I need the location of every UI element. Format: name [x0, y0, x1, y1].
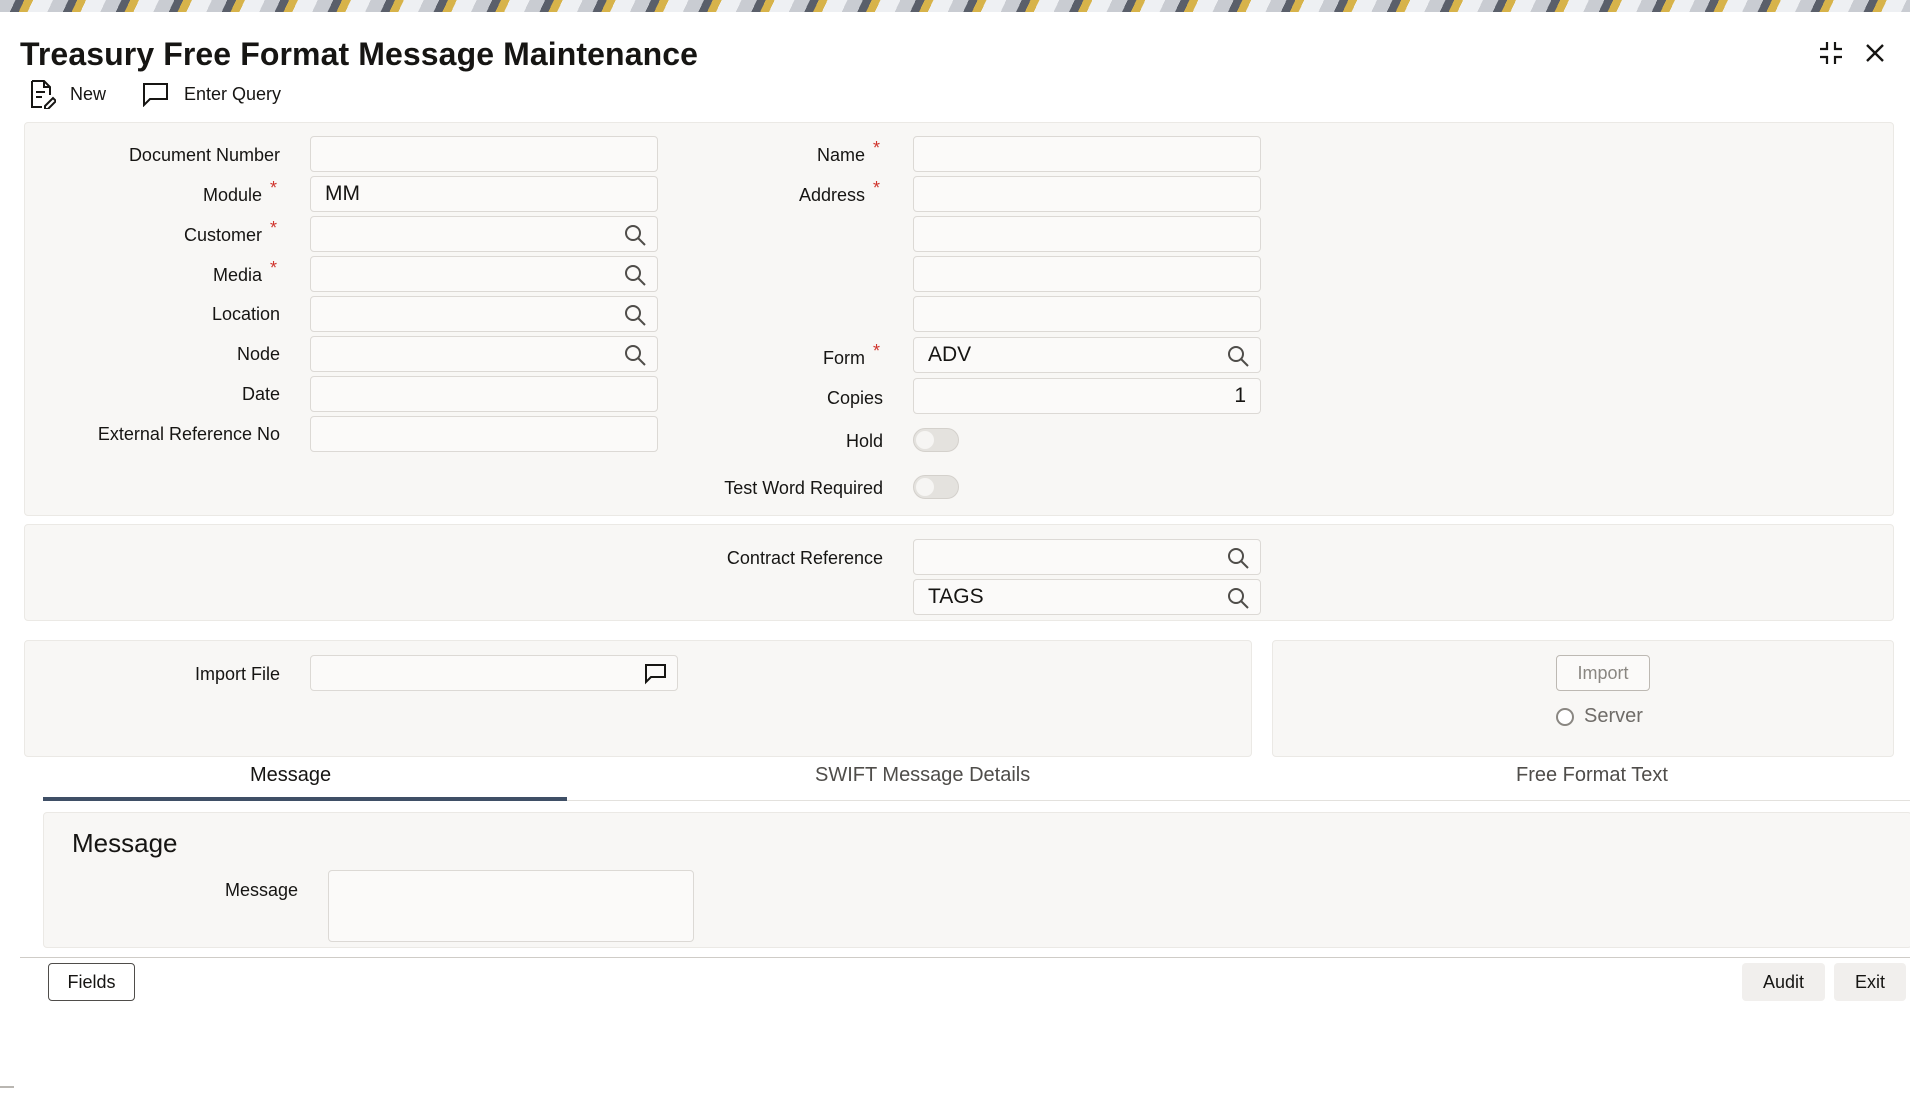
document-number-label: Document Number [128, 145, 280, 165]
close-icon[interactable] [1860, 38, 1890, 68]
module-input[interactable]: MM [310, 176, 658, 212]
customer-required-marker: * [270, 218, 278, 238]
toolbar: New Enter Query [28, 76, 281, 112]
external-reference-input[interactable] [310, 416, 658, 452]
enter-query-button[interactable]: Enter Query [140, 81, 281, 107]
media-input[interactable] [310, 256, 658, 292]
date-label: Date [241, 384, 280, 404]
address-label: Address [798, 185, 865, 205]
window-controls [1816, 38, 1890, 68]
address-line-4-input[interactable] [913, 296, 1261, 332]
address-line-3-input[interactable] [913, 256, 1261, 292]
server-radio-circle[interactable] [1556, 707, 1574, 726]
test-word-toggle[interactable] [913, 475, 959, 499]
search-icon[interactable] [623, 303, 647, 327]
collapse-icon[interactable] [1816, 38, 1846, 68]
title-bar: Treasury Free Format Message Maintenance [0, 12, 1910, 76]
module-label: Module [202, 185, 262, 205]
form-required-marker: * [873, 341, 881, 361]
name-input[interactable] [913, 136, 1261, 172]
copies-label: Copies [826, 388, 883, 408]
search-icon[interactable] [1226, 546, 1250, 570]
contract-reference-label: Contract Reference [726, 548, 883, 568]
message-section-heading: Message [72, 828, 178, 858]
audit-button[interactable]: Audit [1742, 963, 1825, 1001]
import-file-input[interactable] [310, 655, 678, 691]
module-required-marker: * [270, 178, 278, 198]
search-icon[interactable] [623, 223, 647, 247]
message-field-label: Message [224, 880, 298, 900]
node-input[interactable] [310, 336, 658, 372]
date-input[interactable] [310, 376, 658, 412]
browse-file-icon[interactable] [643, 662, 667, 686]
customer-input[interactable] [310, 216, 658, 252]
copies-input[interactable]: 1 [913, 378, 1261, 414]
document-number-input[interactable] [310, 136, 658, 172]
name-required-marker: * [873, 138, 881, 158]
decorative-header-band [0, 0, 1910, 12]
active-tab-indicator [43, 797, 567, 801]
new-button[interactable]: New [28, 79, 106, 109]
window-title: Treasury Free Format Message Maintenance [20, 36, 699, 72]
hold-toggle[interactable] [913, 428, 959, 452]
new-document-icon [31, 80, 56, 109]
address-line-2-input[interactable] [913, 216, 1261, 252]
hold-label: Hold [845, 431, 883, 451]
name-label: Name [816, 145, 865, 165]
message-section-panel [43, 812, 1910, 948]
form-input[interactable]: ADV [913, 337, 1261, 373]
tags-input[interactable]: TAGS [913, 579, 1261, 615]
fields-button[interactable]: Fields [48, 963, 135, 1001]
location-input[interactable] [310, 296, 658, 332]
search-icon[interactable] [1226, 586, 1250, 610]
media-label: Media [212, 265, 262, 285]
tab-free-format-text[interactable]: Free Format Text [1516, 764, 1668, 787]
tab-swift-message-details[interactable]: SWIFT Message Details [815, 764, 1030, 787]
server-radio-label: Server [1584, 705, 1643, 727]
customer-label: Customer [183, 225, 262, 245]
new-button-label: New [70, 83, 107, 104]
footer-divider [20, 957, 1910, 958]
form-label: Form [823, 348, 865, 368]
address-required-marker: * [873, 178, 881, 198]
query-icon [143, 83, 169, 107]
tab-message[interactable]: Message [250, 764, 331, 787]
message-textarea[interactable] [328, 870, 694, 942]
test-word-label: Test Word Required [724, 478, 883, 498]
server-radio[interactable]: Server [1556, 705, 1643, 728]
media-required-marker: * [270, 258, 278, 278]
import-button[interactable]: Import [1556, 655, 1650, 691]
node-label: Node [236, 344, 280, 364]
address-line-1-input[interactable] [913, 176, 1261, 212]
exit-button[interactable]: Exit [1834, 963, 1906, 1001]
search-icon[interactable] [623, 343, 647, 367]
external-reference-label: External Reference No [97, 424, 280, 444]
search-icon[interactable] [1226, 344, 1250, 368]
enter-query-label: Enter Query [184, 83, 282, 104]
location-label: Location [211, 304, 280, 324]
import-file-label: Import File [194, 664, 280, 684]
contract-reference-input[interactable] [913, 539, 1261, 575]
search-icon[interactable] [623, 263, 647, 287]
bottom-edge-mark [0, 1086, 14, 1088]
